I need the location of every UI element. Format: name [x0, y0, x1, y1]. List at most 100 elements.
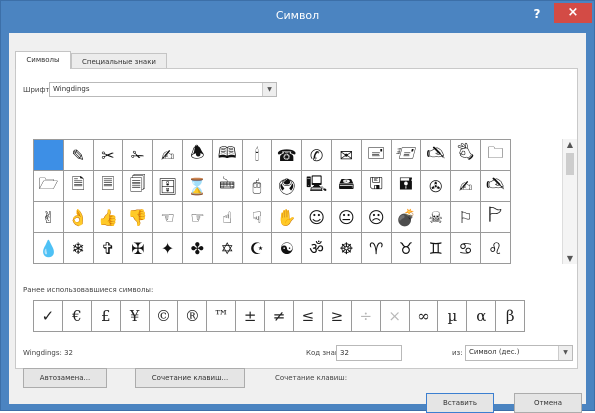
symbol-cell[interactable]: ॐ [302, 233, 332, 264]
cancel-button[interactable]: Отмена [514, 393, 582, 413]
recent-symbol[interactable]: ™ [207, 301, 237, 332]
scroll-up-icon[interactable]: ▲ [563, 140, 577, 149]
scroll-thumb[interactable] [566, 153, 574, 175]
symbol-cell[interactable]: 🗀 [480, 140, 511, 171]
symbol-cell[interactable]: ☠ [421, 202, 452, 233]
symbol-cell[interactable]: 🕭 [182, 140, 213, 171]
symbol-cell[interactable]: 🖬 [391, 171, 422, 202]
recent-symbol[interactable]: € [62, 301, 92, 332]
close-button[interactable]: × [554, 3, 592, 23]
scroll-down-icon[interactable]: ▼ [563, 254, 577, 263]
symbol-cell[interactable]: ☎ [272, 140, 303, 171]
symbol-cell[interactable]: 👎 [123, 202, 154, 233]
recent-symbol[interactable]: ≠ [265, 301, 295, 332]
tab-symbols[interactable]: Символы [15, 51, 71, 69]
symbol-cell[interactable]: ☝ [212, 202, 243, 233]
symbol-cell[interactable]: ☜ [153, 202, 183, 233]
symbol-cell[interactable]: ♈ [361, 233, 392, 264]
symbol-cell[interactable]: ☟ [242, 202, 273, 233]
recent-symbol[interactable]: ≥ [322, 301, 352, 332]
symbol-cell[interactable]: 🖴 [331, 171, 362, 202]
symbol-cell[interactable]: 🏱 [480, 202, 511, 233]
insert-button[interactable]: Вставить [426, 393, 494, 413]
symbol-cell[interactable]: 🗐 [123, 171, 154, 202]
chevron-down-icon[interactable]: ▼ [558, 346, 572, 360]
symbol-cell[interactable]: ☞ [182, 202, 213, 233]
from-select[interactable]: Символ (дес.) ▼ [465, 345, 573, 361]
symbol-cell[interactable]: ✞ [93, 233, 124, 264]
symbol-cell[interactable]: ♋ [451, 233, 481, 264]
symbol-cell[interactable]: ♌ [480, 233, 511, 264]
symbol-cell[interactable]: 🗏 [93, 171, 124, 202]
chevron-down-icon[interactable]: ▼ [262, 83, 276, 96]
symbol-cell[interactable]: 🗎 [63, 171, 94, 202]
symbol-cell[interactable]: ♊ [421, 233, 452, 264]
symbol-cell[interactable]: ✤ [182, 233, 213, 264]
help-button[interactable]: ? [526, 5, 548, 23]
symbol-cell[interactable]: 🖎 [421, 140, 452, 171]
symbol-cell[interactable] [34, 140, 64, 171]
symbol-cell[interactable]: 😐 [331, 202, 362, 233]
symbol-cell[interactable]: ✌ [34, 202, 64, 233]
shortcut-key-button[interactable]: Сочетание клавиш... [135, 368, 245, 388]
recent-symbol[interactable]: ∞ [409, 301, 439, 332]
tab-special-characters[interactable]: Специальные знаки [71, 53, 167, 69]
symbol-cell[interactable]: ☪ [242, 233, 273, 264]
symbol-cell[interactable]: 🖮 [212, 171, 243, 202]
recent-symbol[interactable]: ® [178, 301, 208, 332]
symbol-cell[interactable]: 🖲 [272, 171, 303, 202]
symbol-cell[interactable]: 💧 [34, 233, 64, 264]
symbol-cell[interactable]: ✆ [302, 140, 332, 171]
symbol-cell[interactable]: ✍ [153, 140, 183, 171]
symbol-cell[interactable]: ✠ [123, 233, 154, 264]
symbol-cell[interactable]: 🖫 [361, 171, 392, 202]
recent-symbol[interactable]: β [496, 301, 526, 332]
symbol-cell[interactable]: ✂ [93, 140, 124, 171]
symbol-cell[interactable]: ✎ [63, 140, 94, 171]
symbol-cell[interactable]: ✦ [153, 233, 183, 264]
symbol-cell[interactable]: 🕮 [212, 140, 243, 171]
symbol-cell[interactable]: 💣 [391, 202, 422, 233]
recent-symbols-row: ✓ € £ ¥ © ® ™ ± ≠ ≤ ≥ ÷ × ∞ µ α β [33, 300, 526, 332]
recent-symbol[interactable]: £ [91, 301, 121, 332]
autocorrect-button[interactable]: Автозамена... [23, 368, 107, 388]
symbol-cell[interactable]: ✇ [421, 171, 452, 202]
symbol-cell[interactable]: 👍 [93, 202, 124, 233]
recent-symbol[interactable]: × [380, 301, 410, 332]
symbol-cell[interactable]: ❄ [63, 233, 94, 264]
recent-symbol[interactable]: α [467, 301, 497, 332]
symbol-cell[interactable]: ✡ [212, 233, 243, 264]
grid-scrollbar[interactable]: ▲ ▼ [562, 139, 577, 264]
symbol-cell[interactable]: 🖎 [480, 171, 511, 202]
symbol-cell[interactable]: ✋ [272, 202, 303, 233]
symbol-cell[interactable]: ☯ [272, 233, 303, 264]
symbol-cell[interactable]: 🗄 [153, 171, 183, 202]
recent-symbol[interactable]: © [149, 301, 179, 332]
symbol-cell[interactable]: 🖃 [361, 140, 392, 171]
symbol-cell[interactable]: 🖳 [302, 171, 332, 202]
symbol-cell[interactable]: 🕯 [242, 140, 273, 171]
symbol-cell[interactable]: ✍ [451, 171, 481, 202]
recent-symbol[interactable]: ≤ [294, 301, 323, 332]
recent-symbol[interactable]: ± [236, 301, 266, 332]
character-name: Wingdings: 32 [23, 349, 73, 357]
symbol-cell[interactable]: ☸ [331, 233, 362, 264]
symbol-cell[interactable]: ⚐ [451, 202, 481, 233]
symbol-cell[interactable]: 🖅 [391, 140, 422, 171]
symbol-cell[interactable]: 🖏 [451, 140, 481, 171]
symbol-cell[interactable]: 🖰 [242, 171, 273, 202]
symbol-cell[interactable]: 🗁 [34, 171, 64, 202]
font-select[interactable]: Wingdings ▼ [49, 82, 277, 97]
recent-symbol[interactable]: ✓ [34, 301, 63, 332]
recent-symbol[interactable]: ¥ [120, 301, 150, 332]
symbol-cell[interactable]: ⌛ [182, 171, 213, 202]
symbol-cell[interactable]: ✉ [331, 140, 362, 171]
symbol-cell[interactable]: ✁ [123, 140, 154, 171]
symbol-cell[interactable]: 👌 [63, 202, 94, 233]
symbol-cell[interactable]: ☹ [361, 202, 392, 233]
recent-symbol[interactable]: ÷ [351, 301, 381, 332]
char-code-input[interactable]: 32 [336, 345, 402, 361]
recent-symbol[interactable]: µ [438, 301, 468, 332]
symbol-cell[interactable]: ♉ [391, 233, 422, 264]
symbol-cell[interactable]: ☺ [302, 202, 332, 233]
